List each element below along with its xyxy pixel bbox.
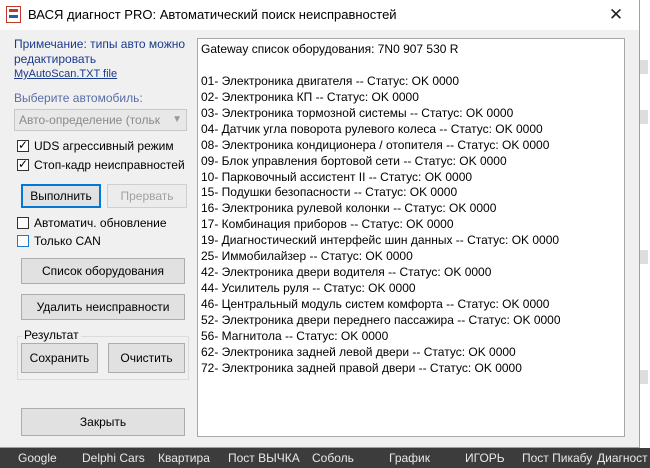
title-bar: ВАСЯ диагност PRO: Автоматический поиск … <box>0 0 639 30</box>
checkbox-box: ✓ <box>17 138 29 152</box>
output-line: 08- Электроника кондиционера / отопителя… <box>201 137 550 152</box>
bookmark-item[interactable]: Delphi Cars <box>82 451 145 465</box>
output-line: 19- Диагностический интерфейс шин данных… <box>201 233 560 248</box>
results-textarea[interactable]: Gateway список оборудования: 7N0 907 530… <box>197 38 625 437</box>
bookmark-item[interactable]: Соболь <box>312 451 354 465</box>
check-mark-icon: ✓ <box>18 157 29 171</box>
output-line: 17- Комбинация приборов -- Статус: OK 00… <box>201 217 454 232</box>
auto-update-label: Автоматич. обновление <box>34 216 167 230</box>
save-button[interactable]: Сохранить <box>21 343 98 373</box>
output-line: 16- Электроника рулевой колонки -- Стату… <box>201 201 497 216</box>
can-only-label: Только CAN <box>34 234 101 248</box>
result-group-title: Результат <box>22 328 81 342</box>
window-title: ВАСЯ диагност PRO: Автоматический поиск … <box>28 7 397 22</box>
car-select[interactable]: Авто-определение (тольк ▼ <box>14 109 187 131</box>
output-line: Gateway список оборудования: 7N0 907 530… <box>201 42 459 56</box>
checkbox-box: ✓ <box>17 157 29 171</box>
edit-note: Примечание: типы авто можно редактироват… <box>14 37 186 66</box>
output-line: 52- Электроника двери переднего пассажир… <box>201 312 561 327</box>
clear-faults-button[interactable]: Удалить неисправности <box>21 294 185 320</box>
bookmark-item[interactable]: Диагност <box>597 451 648 465</box>
bookmark-item[interactable]: Пост ВЫЧКА <box>228 451 300 465</box>
output-line: 62- Электроника задней левой двери -- Ст… <box>201 344 516 359</box>
app-logo-icon <box>6 6 21 23</box>
bookmark-item[interactable]: Пост Пикабу <box>522 451 592 465</box>
equipment-list-button[interactable]: Список оборудования <box>21 258 185 284</box>
bookmark-item[interactable]: Google <box>18 451 57 465</box>
freeze-frame-label: Стоп-кадр неисправностей <box>34 158 185 172</box>
bookmark-item[interactable]: График <box>389 451 430 465</box>
abort-button[interactable]: Прервать <box>107 184 187 208</box>
output-line: 04- Датчик угла поворота рулевого колеса… <box>201 121 543 136</box>
output-line: 72- Электроника задней правой двери -- С… <box>201 360 522 375</box>
checkbox-box <box>17 235 29 247</box>
output-line: 44- Усилитель руля -- Статус: OK 0000 <box>201 281 416 296</box>
check-mark-icon: ✓ <box>18 138 29 152</box>
car-select-value: Авто-определение (тольк <box>19 113 160 127</box>
close-button[interactable]: Закрыть <box>21 408 185 436</box>
bookmark-item[interactable]: Квартира <box>158 451 210 465</box>
app-window: ВАСЯ диагност PRO: Автоматический поиск … <box>0 0 640 448</box>
checkbox-box <box>17 217 29 229</box>
bookmark-item[interactable]: ИГОРЬ <box>465 451 505 465</box>
chevron-down-icon: ▼ <box>172 114 182 125</box>
output-line: 01- Электроника двигателя -- Статус: OK … <box>201 73 460 88</box>
output-line: 56- Магнитола -- Статус: OK 0000 <box>201 328 389 343</box>
output-line: 10- Парковочный ассистент II -- Статус: … <box>201 169 473 184</box>
output-line: 42- Электроника двери водителя -- Статус… <box>201 265 492 280</box>
run-button[interactable]: Выполнить <box>21 184 101 208</box>
output-line: 03- Электроника тормозной системы -- Ста… <box>201 105 514 120</box>
car-select-label: Выберите автомобиль: <box>14 91 143 105</box>
clear-output-button[interactable]: Очистить <box>108 343 185 373</box>
output-line: 02- Электроника КП -- Статус: OK 0000 <box>201 89 419 104</box>
output-line: 15- Подушки безопасности -- Статус: OK 0… <box>201 185 458 200</box>
output-line: 25- Иммобилайзер -- Статус: OK 0000 <box>201 249 413 264</box>
close-window-button[interactable]: ✕ <box>593 0 639 30</box>
output-line: 46- Центральный модуль систем комфорта -… <box>201 297 550 311</box>
uds-aggressive-label: UDS агрессивный режим <box>34 139 174 153</box>
output-line: 09- Блок управления бортовой сети -- Ста… <box>201 153 507 168</box>
bookmarks-bar: Google Delphi Cars Квартира Пост ВЫЧКА Собол… <box>0 448 650 468</box>
myautoscan-file-link[interactable]: MyAutoScan.TXT file <box>14 68 117 80</box>
